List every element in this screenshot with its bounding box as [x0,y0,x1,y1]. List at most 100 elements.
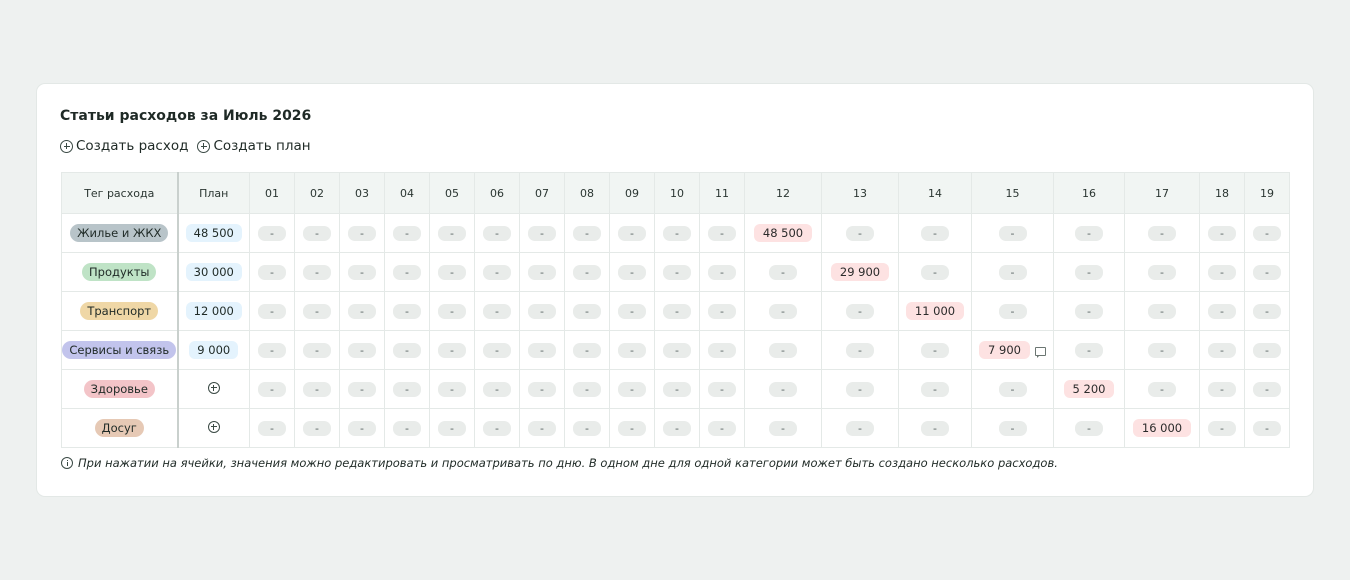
day-cell[interactable]: 29 900 [821,252,899,292]
day-cell[interactable]: - [1124,369,1200,409]
day-cell[interactable]: - [1199,252,1245,292]
day-cell[interactable]: - [384,330,430,370]
comment-icon[interactable] [1034,346,1046,358]
day-cell[interactable]: - [564,291,610,331]
day-cell[interactable]: - [474,408,520,448]
day-cell[interactable]: - [971,252,1054,292]
day-cell[interactable]: - [654,330,700,370]
day-cell[interactable]: - [474,330,520,370]
day-cell[interactable]: - [699,330,745,370]
day-cell[interactable]: - [339,291,385,331]
day-cell[interactable]: - [384,408,430,448]
day-cell[interactable]: - [1244,408,1290,448]
day-cell[interactable]: - [519,252,565,292]
day-cell[interactable]: - [1244,330,1290,370]
day-cell[interactable]: - [1053,213,1125,253]
day-cell[interactable]: - [294,369,340,409]
day-cell[interactable]: - [1053,291,1125,331]
day-cell[interactable]: - [654,213,700,253]
day-cell[interactable]: - [429,291,475,331]
day-cell[interactable]: - [384,369,430,409]
day-cell[interactable]: - [249,369,295,409]
day-cell[interactable]: - [821,213,899,253]
day-cell[interactable]: - [564,369,610,409]
day-cell[interactable]: - [1124,252,1200,292]
day-cell[interactable]: - [654,408,700,448]
day-cell[interactable]: - [384,213,430,253]
day-cell[interactable]: - [898,408,972,448]
day-cell[interactable]: - [564,252,610,292]
day-cell[interactable]: - [1244,213,1290,253]
day-cell[interactable]: - [898,330,972,370]
day-cell[interactable]: - [971,213,1054,253]
day-cell[interactable]: - [609,330,655,370]
day-cell[interactable]: - [474,213,520,253]
plan-cell[interactable]: 9 000 [177,330,250,370]
day-cell[interactable]: - [1199,291,1245,331]
day-cell[interactable]: - [1244,369,1290,409]
day-cell[interactable]: - [429,408,475,448]
day-cell[interactable]: - [1199,408,1245,448]
day-cell[interactable]: - [898,213,972,253]
day-cell[interactable]: - [699,252,745,292]
day-cell[interactable]: - [654,291,700,331]
day-cell[interactable]: - [564,408,610,448]
day-cell[interactable]: - [339,408,385,448]
day-cell[interactable]: - [821,408,899,448]
day-cell[interactable]: - [898,369,972,409]
day-cell[interactable]: - [519,369,565,409]
day-cell[interactable]: - [384,252,430,292]
day-cell[interactable]: - [429,252,475,292]
day-cell[interactable]: - [519,213,565,253]
day-cell[interactable]: - [249,330,295,370]
day-cell[interactable]: - [1053,252,1125,292]
day-cell[interactable]: - [519,408,565,448]
day-cell[interactable]: - [294,291,340,331]
day-cell[interactable]: - [971,369,1054,409]
day-cell[interactable]: - [474,291,520,331]
plan-cell[interactable] [177,369,250,409]
day-cell[interactable]: - [1124,213,1200,253]
day-cell[interactable]: - [654,252,700,292]
day-cell[interactable]: - [429,330,475,370]
day-cell[interactable]: - [429,369,475,409]
day-cell[interactable]: - [1199,330,1245,370]
day-cell[interactable]: - [609,291,655,331]
day-cell[interactable]: - [1244,252,1290,292]
day-cell[interactable]: - [1053,330,1125,370]
day-cell[interactable]: - [609,213,655,253]
day-cell[interactable]: - [1124,330,1200,370]
day-cell[interactable]: - [1199,369,1245,409]
day-cell[interactable]: - [744,369,822,409]
day-cell[interactable]: - [294,330,340,370]
day-cell[interactable]: - [1199,213,1245,253]
add-plan-icon[interactable] [207,381,220,394]
day-cell[interactable]: - [898,252,972,292]
day-cell[interactable]: - [249,252,295,292]
day-cell[interactable]: - [384,291,430,331]
plan-cell[interactable] [177,408,250,448]
day-cell[interactable]: - [744,291,822,331]
day-cell[interactable]: - [971,291,1054,331]
plan-cell[interactable]: 48 500 [177,213,250,253]
day-cell[interactable]: 11 000 [898,291,972,331]
day-cell[interactable]: - [519,291,565,331]
day-cell[interactable]: - [821,369,899,409]
day-cell[interactable]: - [339,369,385,409]
plan-cell[interactable]: 12 000 [177,291,250,331]
day-cell[interactable]: - [249,213,295,253]
day-cell[interactable]: - [249,408,295,448]
day-cell[interactable]: - [699,291,745,331]
day-cell[interactable]: 7 900 [971,330,1054,370]
day-cell[interactable]: - [1244,291,1290,331]
day-cell[interactable]: - [609,369,655,409]
day-cell[interactable]: - [744,330,822,370]
day-cell[interactable]: - [1124,291,1200,331]
day-cell[interactable]: - [609,252,655,292]
day-cell[interactable]: 16 000 [1124,408,1200,448]
day-cell[interactable]: - [429,213,475,253]
day-cell[interactable]: - [609,408,655,448]
day-cell[interactable]: 48 500 [744,213,822,253]
day-cell[interactable]: - [821,291,899,331]
day-cell[interactable]: - [699,213,745,253]
